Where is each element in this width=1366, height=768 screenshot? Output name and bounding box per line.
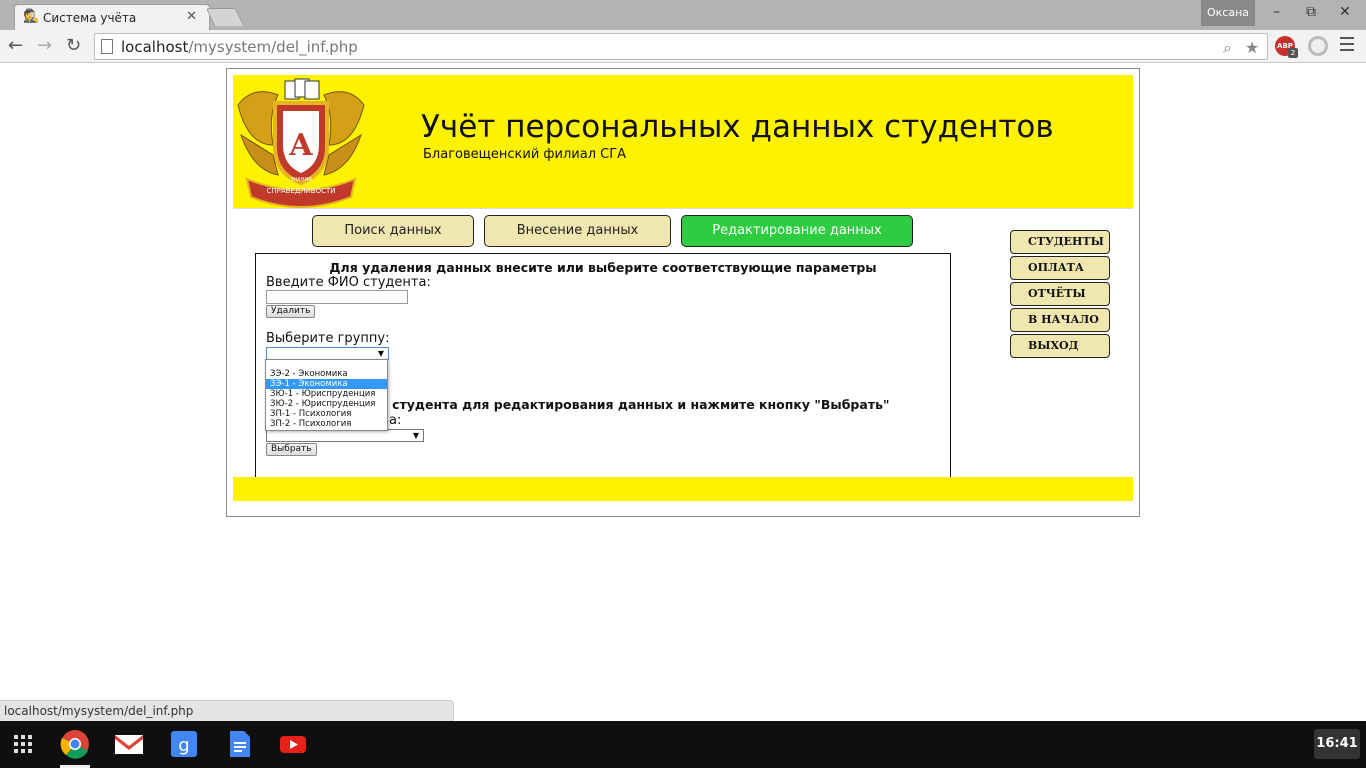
system-clock[interactable]: 16:41 [1314,729,1360,759]
zoom-search-icon[interactable]: ⌕ [1223,38,1232,58]
restore-icon[interactable]: ⧉ [1306,4,1316,20]
page-subtitle: Благовещенский филиал СГА [423,147,627,162]
docs-icon[interactable] [224,729,254,759]
page-title: Учёт персональных данных студентов [421,109,1054,145]
fio-input[interactable] [266,290,408,304]
side-button-reports[interactable]: ОТЧЁТЫ [1010,282,1110,306]
student-label: а: [389,413,402,428]
site-header: А СПРАВЕДЛИВОСТИ ЗНАНИЯ Учёт персональны… [233,75,1133,209]
delete-form-heading: Для удаления данных внесите или выберите… [329,260,877,275]
svg-text:СПРАВЕДЛИВОСТИ: СПРАВЕДЛИВОСТИ [266,187,335,195]
bookmark-star-icon[interactable]: ★ [1245,38,1259,57]
group-option[interactable]: ЗЭ-2 - Экономика [266,369,387,379]
close-tab-icon[interactable]: ✕ [186,9,197,24]
group-label: Выберите группу: [266,331,390,346]
side-button-payment[interactable]: ОПЛАТА [1010,256,1110,280]
os-shelf: g 16:41 [0,721,1366,768]
google-search-icon[interactable]: g [169,729,199,759]
group-option[interactable]: ЗП-1 - Психология [266,409,387,419]
delete-button[interactable]: Удалить [266,305,316,318]
group-dropdown-list[interactable]: ЗЭ-2 - Экономика ЗЭ-1 - Экономика ЗЮ-1 -… [265,359,388,431]
group-option-highlighted[interactable]: ЗЭ-1 - Экономика [266,379,387,389]
browser-menu-icon[interactable] [1340,37,1354,53]
chrome-icon[interactable] [60,729,90,759]
browser-tab[interactable]: 🕵 Система учёта ✕ [14,4,210,31]
university-emblem-logo: А СПРАВЕДЛИВОСТИ ЗНАНИЯ [237,78,365,208]
extension-icon[interactable] [1308,36,1328,56]
close-window-icon[interactable]: ✕ [1339,4,1351,20]
new-tab-button[interactable] [205,8,245,26]
youtube-icon[interactable] [278,729,308,759]
fio-label: Введите ФИО студента: [266,275,431,290]
dropdown-arrow-icon: ▼ [412,431,419,440]
url-text: localhost/mysystem/del_inf.php [121,38,358,56]
status-url-bubble: localhost/mysystem/del_inf.php [0,700,454,721]
reload-icon[interactable]: ↻ [66,35,81,56]
site-footer [233,477,1133,501]
svg-text:g: g [178,735,189,756]
svg-text:А: А [289,128,314,163]
svg-text:ЗНАНИЯ: ЗНАНИЯ [290,177,311,183]
page-icon [101,39,113,54]
app-launcher-icon[interactable] [10,731,36,757]
back-arrow-icon[interactable]: ← [8,35,23,56]
tab-enter-data[interactable]: Внесение данных [484,215,671,247]
tab-edit-data[interactable]: Редактирование данных [681,215,913,247]
browser-tab-bar: 🕵 Система учёта ✕ Оксана – ⧉ ✕ [0,0,1366,31]
gmail-icon[interactable] [114,729,144,759]
group-option[interactable]: ЗЮ-2 - Юриспруденция [266,399,387,409]
page-container: А СПРАВЕДЛИВОСТИ ЗНАНИЯ Учёт персональны… [226,68,1140,517]
profile-name-badge[interactable]: Оксана [1201,0,1255,26]
side-button-exit[interactable]: ВЫХОД [1010,334,1110,358]
spy-favicon-icon: 🕵 [23,9,40,24]
forward-arrow-icon[interactable]: → [37,35,52,56]
side-button-students[interactable]: СТУДЕНТЫ [1010,230,1110,254]
browser-toolbar: ← → ↻ localhost/mysystem/del_inf.php ⌕ ★… [0,30,1366,63]
select-button[interactable]: Выбрать [266,443,317,456]
edit-form-heading: те студента для редактирования данных и … [372,397,890,412]
tab-search-data[interactable]: Поиск данных [312,215,474,247]
tab-title: Система учёта [43,11,137,25]
group-option[interactable]: ЗП-2 - Психология [266,419,387,429]
adblock-count-badge: 2 [1288,48,1298,58]
side-button-home[interactable]: В НАЧАЛО [1010,308,1110,332]
minimize-icon[interactable]: – [1273,4,1280,20]
address-bar[interactable]: localhost/mysystem/del_inf.php ⌕ ★ [94,33,1268,60]
group-option[interactable]: ЗЮ-1 - Юриспруденция [266,389,387,399]
